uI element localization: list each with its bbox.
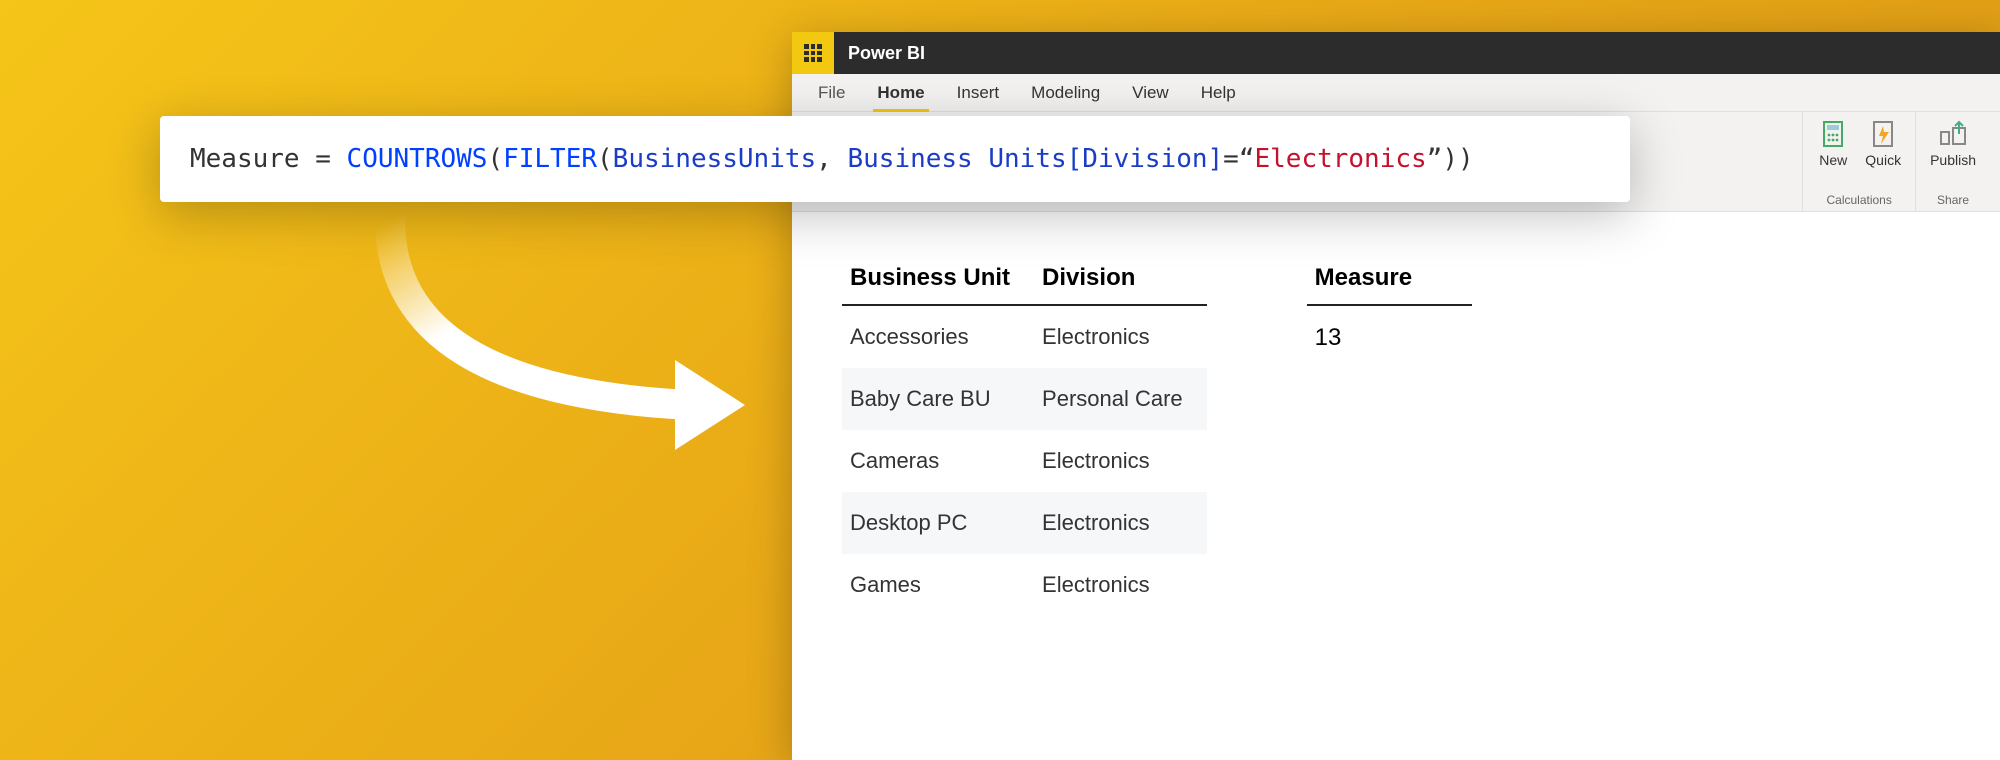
cell-division: Personal Care <box>1034 368 1207 430</box>
formula-quote: ” <box>1427 144 1443 174</box>
table-row[interactable]: Cameras Electronics <box>842 430 1207 492</box>
calculator-icon <box>1817 118 1849 150</box>
table-body: Accessories Electronics Baby Care BU Per… <box>842 305 1207 616</box>
formula-quote: “ <box>1239 144 1255 174</box>
waffle-icon <box>804 44 822 62</box>
ribbon-group-share: Publish Share <box>1915 112 1990 211</box>
cell-division: Electronics <box>1034 430 1207 492</box>
cell-unit: Desktop PC <box>842 492 1034 554</box>
quick-button-label: Quick <box>1865 152 1901 168</box>
cell-unit: Cameras <box>842 430 1034 492</box>
formula-bar[interactable]: Measure = COUNTROWS(FILTER(BusinessUnits… <box>160 116 1630 202</box>
canvas: Business Unit Division Accessories Elect… <box>792 212 2000 656</box>
ribbon-group-label-share: Share <box>1937 193 1969 207</box>
measure-card: Measure 13 <box>1307 252 1472 616</box>
pointer-arrow <box>330 210 770 470</box>
publish-button-label: Publish <box>1930 152 1976 168</box>
formula-table-ref: BusinessUnits <box>613 144 817 174</box>
formula-sep: , <box>816 144 847 174</box>
formula-eq: = <box>1223 144 1239 174</box>
ribbon-group-calculations: New Quick Calculations <box>1802 112 1915 211</box>
business-units-table: Business Unit Division Accessories Elect… <box>842 252 1207 616</box>
formula-prefix: Measure = <box>190 144 347 174</box>
quick-measure-button[interactable]: Quick <box>1857 114 1909 172</box>
formula-column-ref: Business Units[Division] <box>847 144 1223 174</box>
cell-division: Electronics <box>1034 554 1207 616</box>
formula-fn-countrows: COUNTROWS <box>347 144 488 174</box>
table-row[interactable]: Desktop PC Electronics <box>842 492 1207 554</box>
menu-file[interactable]: File <box>802 74 861 112</box>
formula-paren: ( <box>487 144 503 174</box>
cell-unit: Accessories <box>842 305 1034 368</box>
col-header-division[interactable]: Division <box>1034 252 1207 305</box>
menu-help[interactable]: Help <box>1185 74 1252 112</box>
cell-division: Electronics <box>1034 492 1207 554</box>
table-row[interactable]: Games Electronics <box>842 554 1207 616</box>
cell-unit: Baby Care BU <box>842 368 1034 430</box>
formula-fn-filter: FILTER <box>503 144 597 174</box>
formula-paren: ( <box>597 144 613 174</box>
measure-value: 13 <box>1307 306 1472 370</box>
table-row[interactable]: Accessories Electronics <box>842 305 1207 368</box>
formula-string: Electronics <box>1254 144 1426 174</box>
quick-icon <box>1867 118 1899 150</box>
cell-unit: Games <box>842 554 1034 616</box>
new-button-label: New <box>1819 152 1847 168</box>
menubar: File Home Insert Modeling View Help <box>792 74 2000 112</box>
new-measure-button[interactable]: New <box>1809 114 1857 172</box>
publish-icon <box>1937 118 1969 150</box>
app-title: Power BI <box>848 43 925 64</box>
table-row[interactable]: Baby Care BU Personal Care <box>842 368 1207 430</box>
menu-modeling[interactable]: Modeling <box>1015 74 1116 112</box>
menu-home[interactable]: Home <box>861 74 940 112</box>
app-launcher-button[interactable] <box>792 32 834 74</box>
titlebar: Power BI <box>792 32 2000 74</box>
menu-view[interactable]: View <box>1116 74 1185 112</box>
measure-title: Measure <box>1307 252 1472 306</box>
menu-insert[interactable]: Insert <box>941 74 1016 112</box>
cell-division: Electronics <box>1034 305 1207 368</box>
col-header-unit[interactable]: Business Unit <box>842 252 1034 305</box>
formula-close: )) <box>1442 144 1473 174</box>
publish-button[interactable]: Publish <box>1922 114 1984 172</box>
ribbon-group-label-calculations: Calculations <box>1826 193 1891 207</box>
